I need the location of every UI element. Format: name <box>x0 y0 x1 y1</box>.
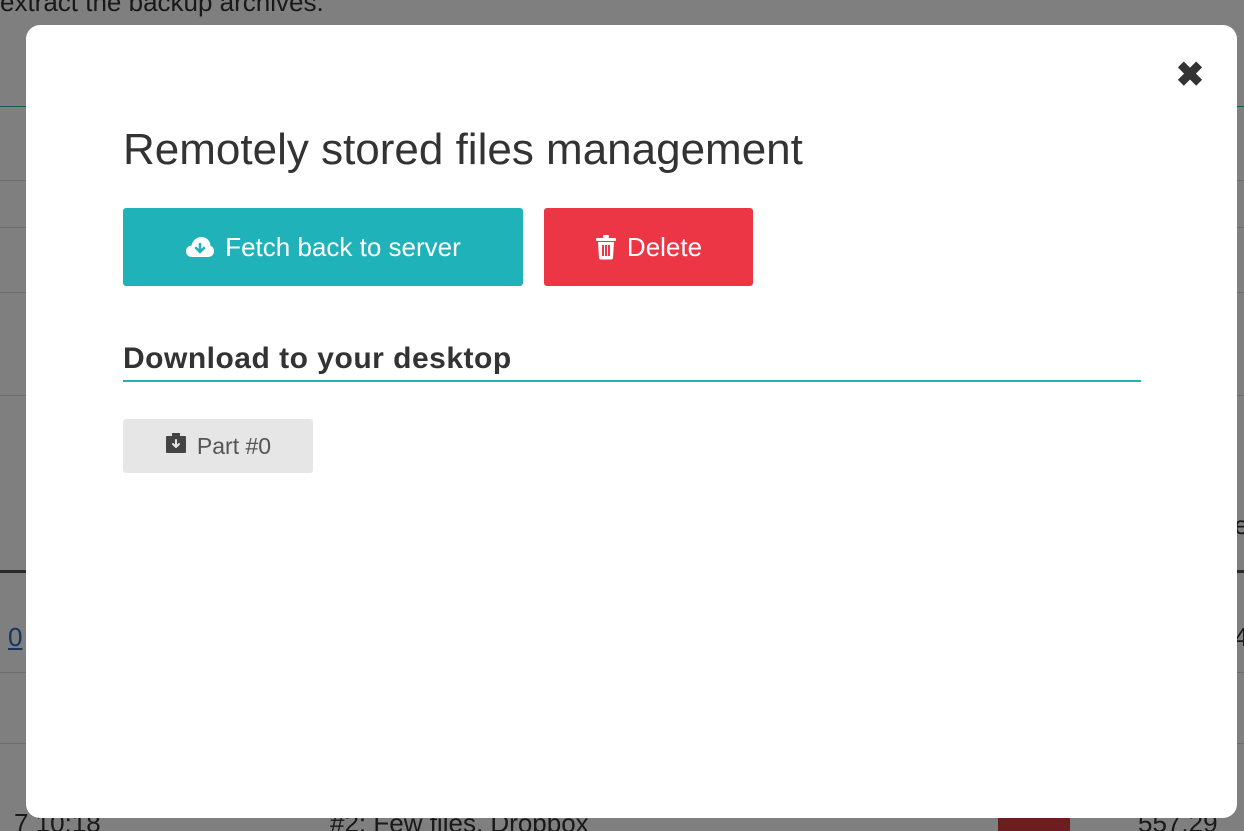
archive-download-icon <box>165 432 187 460</box>
fetch-button-label: Fetch back to server <box>225 231 461 262</box>
trash-icon <box>595 234 617 260</box>
remote-files-modal: ✖ Remotely stored files management Fetch… <box>26 25 1237 818</box>
cloud-download-icon <box>185 236 215 258</box>
delete-button-label: Delete <box>626 231 703 262</box>
fetch-back-to-server-button[interactable]: Fetch back to server <box>123 208 523 286</box>
part-button-label: Part #0 <box>196 432 272 459</box>
download-part-button[interactable]: Part #0 <box>123 419 313 473</box>
delete-button[interactable]: Delete <box>544 208 753 286</box>
modal-title: Remotely stored files management <box>123 125 803 174</box>
close-icon[interactable]: ✖ <box>1176 55 1205 95</box>
download-section-title: Download to your desktop <box>123 342 1141 382</box>
